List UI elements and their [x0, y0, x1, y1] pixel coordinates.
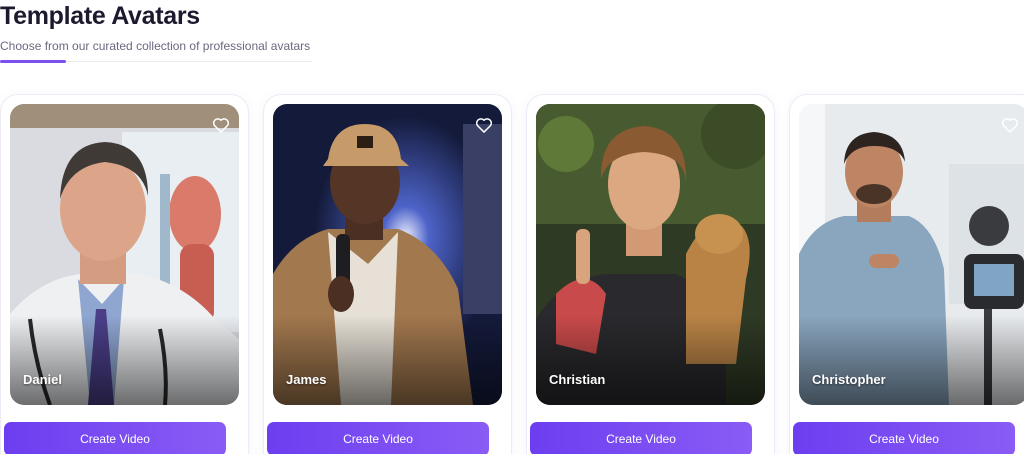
- avatar-name: Christopher: [812, 372, 886, 387]
- create-video-button[interactable]: Create Video: [793, 422, 1015, 454]
- avatar-photo[interactable]: Christian: [536, 104, 765, 405]
- avatar-photo[interactable]: Daniel: [10, 104, 239, 405]
- page-title: Template Avatars: [0, 2, 200, 30]
- photo-gradient: [799, 315, 1024, 405]
- photo-gradient: [10, 315, 239, 405]
- avatar-photo[interactable]: Christopher: [799, 104, 1024, 405]
- create-video-button[interactable]: Create Video: [267, 422, 489, 454]
- create-video-button[interactable]: Create Video: [530, 422, 752, 454]
- avatar-card-christopher[interactable]: Christopher Create Video: [789, 94, 1024, 454]
- heart-outline-icon[interactable]: [474, 115, 494, 135]
- photo-gradient: [536, 315, 765, 405]
- create-video-button[interactable]: Create Video: [4, 422, 226, 454]
- title-accent-bar: [0, 60, 66, 63]
- heart-outline-icon[interactable]: [211, 115, 231, 135]
- avatar-name: James: [286, 372, 327, 387]
- heart-outline-icon[interactable]: [1000, 115, 1020, 135]
- photo-gradient: [273, 315, 502, 405]
- avatar-card-james[interactable]: James Create Video: [263, 94, 512, 454]
- avatar-photo[interactable]: James: [273, 104, 502, 405]
- avatar-card-daniel[interactable]: Daniel Create Video: [0, 94, 249, 454]
- page-subtitle: Choose from our curated collection of pr…: [0, 39, 311, 53]
- avatar-card-christian[interactable]: Christian Create Video: [526, 94, 775, 454]
- avatar-name: Christian: [549, 372, 606, 387]
- avatar-name: Daniel: [23, 372, 63, 387]
